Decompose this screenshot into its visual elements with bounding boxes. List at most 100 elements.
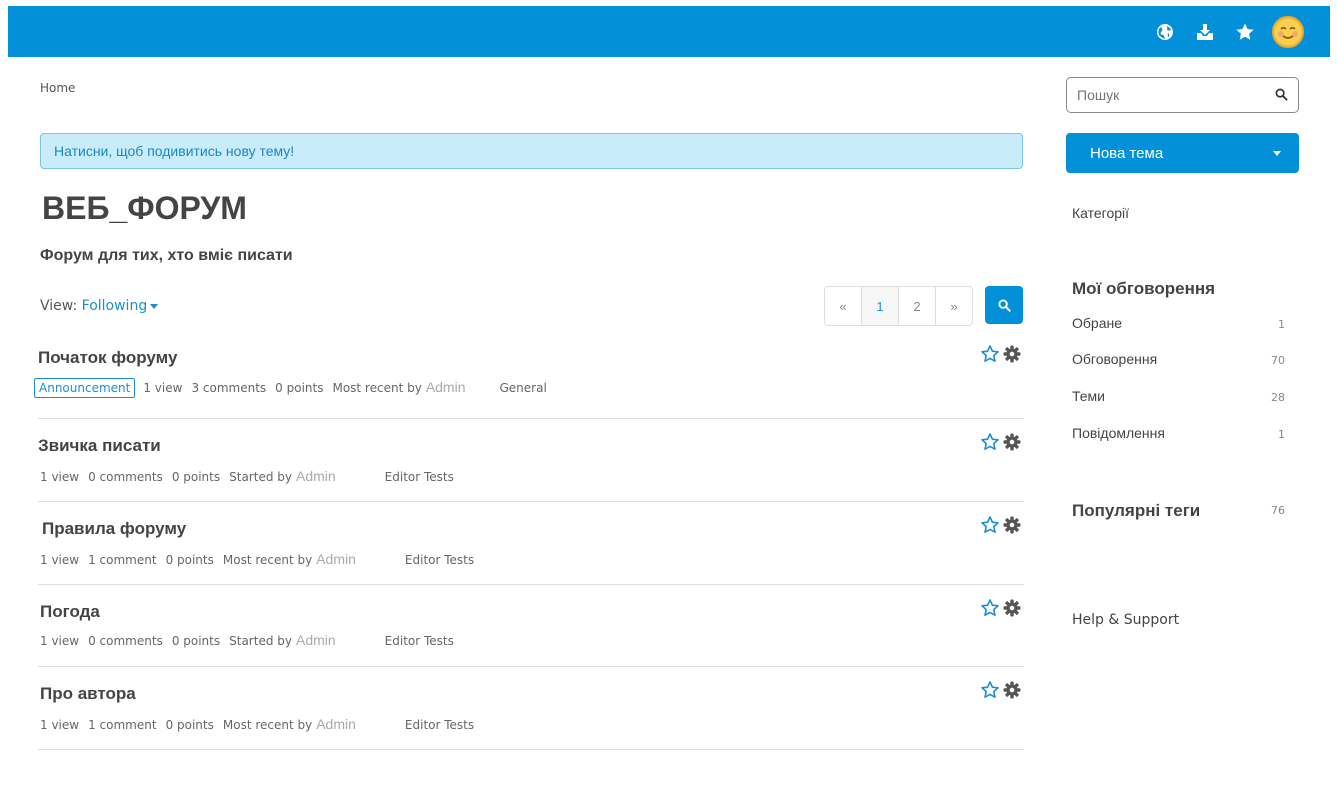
sidebar-count: 1 <box>1278 428 1285 441</box>
gear-icon[interactable] <box>1002 432 1022 452</box>
new-topic-button[interactable]: Нова тема <box>1066 133 1299 173</box>
help-support-link[interactable]: Help & Support <box>1072 612 1179 628</box>
gear-icon[interactable] <box>1002 344 1022 364</box>
sidebar-count: 70 <box>1271 354 1285 367</box>
sidebar-item-categories[interactable]: Категорії <box>1072 205 1129 221</box>
topic-comments: 1 comment <box>88 553 157 567</box>
topic-meta: Announcement 1 view 3 comments 0 points Most… <box>34 378 556 398</box>
divider <box>38 584 1024 585</box>
sidebar-item-discussions[interactable]: Обговорення <box>1072 351 1157 367</box>
topic-views: 1 view <box>40 553 80 567</box>
topic-category[interactable]: General <box>500 381 547 395</box>
topic-author[interactable]: Admin <box>426 379 466 395</box>
topic-category[interactable]: Editor Tests <box>405 718 474 732</box>
topic-views: 1 view <box>143 381 183 395</box>
bookmark-star-icon[interactable] <box>980 432 1000 452</box>
search-button[interactable] <box>985 286 1023 324</box>
topic-author[interactable]: Admin <box>296 468 336 484</box>
topic-title[interactable]: Звичка писати <box>38 436 161 456</box>
bookmark-star-icon[interactable] <box>980 680 1000 700</box>
new-topic-notice[interactable]: Натисни, щоб подивитись нову тему! <box>40 133 1023 169</box>
topic-views: 1 view <box>40 470 80 484</box>
search-icon[interactable] <box>1275 88 1288 101</box>
sidebar-item-topics[interactable]: Теми <box>1072 388 1105 404</box>
topic-title[interactable]: Початок форуму <box>38 348 177 368</box>
topic-actions <box>980 432 1022 452</box>
topic-by-label: Started by <box>229 634 292 648</box>
sidebar-item-favorites[interactable]: Обране <box>1072 315 1122 331</box>
topic-points: 0 points <box>171 470 221 484</box>
divider <box>38 666 1024 667</box>
topic-author[interactable]: Admin <box>316 716 356 732</box>
view-dropdown[interactable]: Following <box>82 298 159 314</box>
pager-page-2[interactable]: 2 <box>899 287 936 325</box>
topic-author[interactable]: Admin <box>316 551 356 567</box>
sidebar-count: 1 <box>1278 318 1285 331</box>
top-bar <box>8 6 1330 57</box>
popular-tags-count: 76 <box>1271 504 1285 517</box>
topic-comments: 0 comments <box>88 470 163 484</box>
topic-points: 0 points <box>171 634 221 648</box>
avatar[interactable] <box>1272 15 1304 48</box>
gear-icon[interactable] <box>1002 515 1022 535</box>
view-value: Following <box>81 298 148 314</box>
topic-meta: 1 view 0 comments 0 points Started by Admin E… <box>40 468 463 484</box>
new-topic-label: Нова тема <box>1090 144 1164 162</box>
breadcrumb[interactable]: Home <box>40 81 75 95</box>
topic-meta: 1 view 1 comment 0 points Most recent by Adm… <box>40 716 483 732</box>
search-icon <box>997 298 1011 312</box>
topic-meta: 1 view 1 comment 0 points Most recent by Adm… <box>40 551 483 567</box>
pager-page-1[interactable]: 1 <box>862 287 899 325</box>
gear-icon[interactable] <box>1002 598 1022 618</box>
divider <box>38 418 1024 419</box>
bookmark-star-icon[interactable] <box>980 515 1000 535</box>
pager-prev[interactable]: « <box>825 287 862 325</box>
topic-by-label: Most recent by <box>332 381 422 395</box>
topic-actions <box>980 598 1022 618</box>
search-box <box>1066 77 1299 113</box>
topic-actions <box>980 680 1022 700</box>
bookmark-star-icon[interactable] <box>980 598 1000 618</box>
divider <box>38 501 1024 502</box>
topic-category[interactable]: Editor Tests <box>385 470 454 484</box>
pagination: « 1 2 » <box>824 286 973 326</box>
topic-title[interactable]: Погода <box>40 602 100 622</box>
topic-category[interactable]: Editor Tests <box>405 553 474 567</box>
chevron-down-icon[interactable] <box>1273 151 1281 156</box>
sidebar-item-messages[interactable]: Повідомлення <box>1072 425 1165 441</box>
topic-actions <box>980 515 1022 535</box>
announcement-badge: Announcement <box>34 378 136 398</box>
sidebar-count: 28 <box>1271 391 1285 404</box>
topic-comments: 1 comment <box>88 718 157 732</box>
popular-tags-heading[interactable]: Популярні теги <box>1072 501 1200 521</box>
bookmark-star-icon[interactable] <box>980 344 1000 364</box>
topic-points: 0 points <box>165 553 214 567</box>
star-icon[interactable] <box>1232 19 1258 45</box>
page-title: ВЕБ_ФОРУМ <box>42 190 247 226</box>
topic-points: 0 points <box>275 381 324 395</box>
gear-icon[interactable] <box>1002 680 1022 700</box>
view-filter: View: Following <box>40 298 159 314</box>
topic-by-label: Most recent by <box>222 718 313 732</box>
topic-comments: 3 comments <box>191 381 267 395</box>
globe-icon[interactable] <box>1152 19 1178 45</box>
my-discussions-heading: Мої обговорення <box>1072 279 1216 298</box>
chevron-down-icon <box>150 303 159 309</box>
topic-by-label: Most recent by <box>222 553 313 567</box>
topic-title[interactable]: Про автора <box>40 684 136 704</box>
topic-views: 1 view <box>40 634 80 648</box>
topic-points: 0 points <box>165 718 214 732</box>
topic-by-label: Started by <box>229 470 292 484</box>
inbox-download-icon[interactable] <box>1192 19 1218 45</box>
divider <box>38 749 1024 750</box>
topic-title[interactable]: Правила форуму <box>42 519 186 539</box>
smiley-avatar-icon <box>1275 18 1301 45</box>
pager-next[interactable]: » <box>936 287 972 325</box>
topic-meta: 1 view 0 comments 0 points Started by Admin E… <box>40 632 463 648</box>
search-input[interactable] <box>1075 78 1269 112</box>
view-label: View: <box>40 298 78 314</box>
topic-category[interactable]: Editor Tests <box>385 634 454 648</box>
topic-author[interactable]: Admin <box>296 632 336 648</box>
topic-comments: 0 comments <box>88 634 163 648</box>
page-subtitle: Форум для тих, хто вміє писати <box>40 247 293 264</box>
